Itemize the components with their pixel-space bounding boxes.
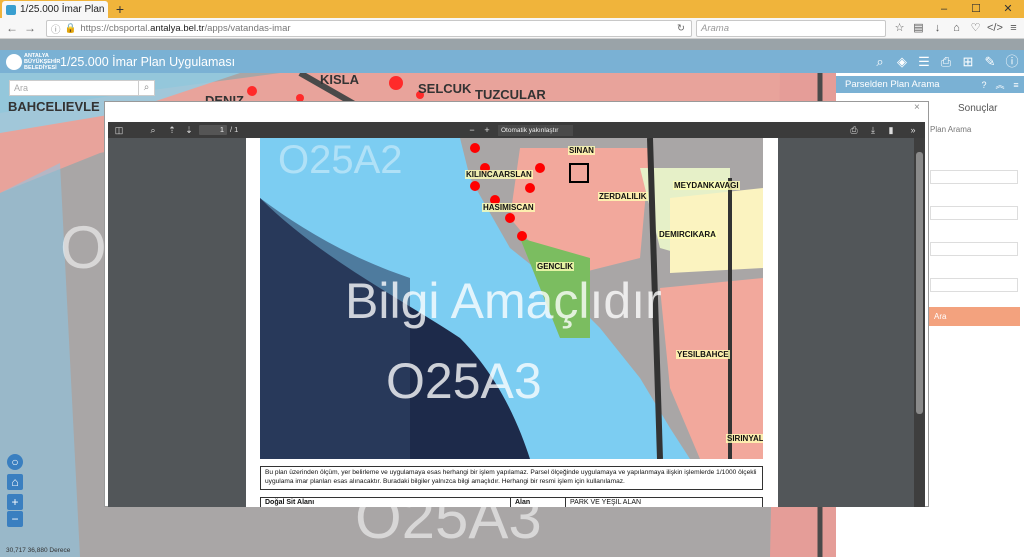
menu-icon[interactable]: ≡ — [1006, 20, 1021, 37]
map-label-kisla: KISLA — [320, 73, 359, 87]
plan-label-hasimiscan: HASIMISCAN — [482, 203, 535, 212]
draw-icon[interactable]: ✎ — [982, 52, 998, 71]
panel-input-2[interactable] — [930, 278, 1018, 292]
disclaimer-text: Bu plan üzerinden ölçüm, yer belirleme v… — [260, 466, 763, 490]
zoom-out-icon[interactable]: − — [465, 122, 479, 138]
identify-icon[interactable]: ⌕ — [872, 52, 888, 71]
zoom-in-button[interactable]: + — [7, 494, 23, 510]
bookmark-icon[interactable]: ▮ — [884, 122, 898, 138]
map-label-selcuk: SELCUK — [418, 81, 472, 96]
watermark-code: O25A3 — [386, 353, 542, 409]
zoom-out-button[interactable]: − — [7, 511, 23, 527]
download-icon[interactable]: ↓ — [930, 20, 945, 37]
tools-menu-icon[interactable]: » — [906, 122, 920, 138]
scrollbar-thumb[interactable] — [916, 152, 923, 414]
map-watermark: O — [60, 214, 107, 281]
info-icon: ⓘ — [51, 24, 61, 36]
panel-input-1[interactable] — [930, 242, 1018, 256]
map-search-input[interactable]: Ara — [10, 83, 138, 93]
plan-label-sinan: SINAN — [568, 146, 595, 155]
split-view-icon[interactable]: ⊞ — [960, 52, 976, 71]
map-label-bahcelievler: BAHCELIEVLE — [8, 99, 100, 114]
map-label-tuzcular: TUZCULAR — [475, 87, 546, 102]
legend-list-icon[interactable]: ☰ — [916, 52, 932, 71]
help-icon[interactable]: ? — [976, 80, 992, 90]
plan-label-kilincaarslan: KILINCAARSLAN — [465, 170, 533, 179]
close-window-icon[interactable]: ✕ — [992, 0, 1024, 18]
logo: ANTALYA BÜYÜKŞEHİR BELEDİYESİ — [6, 52, 60, 71]
print-icon[interactable]: ⎙ — [938, 52, 954, 71]
search-button[interactable]: Ara — [928, 307, 1020, 326]
plan-label-genclik: GENCLIK — [536, 262, 574, 271]
maximize-icon[interactable]: ☐ — [960, 0, 992, 18]
watermark-top: O25A2 — [278, 138, 403, 182]
logo-emblem-icon — [6, 53, 22, 70]
reload-icon[interactable]: ↻ — [677, 23, 691, 34]
window-controls: – ☐ ✕ — [928, 0, 1024, 18]
panel-select-1[interactable] — [930, 170, 1018, 184]
map-search[interactable]: Ara ⌕ — [9, 80, 155, 96]
zoom-in-icon[interactable]: + — [480, 122, 494, 138]
plan-label-zerdalilik: ZERDALILIK — [598, 192, 648, 201]
browser-toolbar: ☆ ▤ ↓ ⌂ ♡ </> ≡ — [892, 20, 1021, 37]
header-toolbar: ⌕ ◈ ☰ ⎙ ⊞ ✎ ⓘ — [872, 52, 1020, 71]
devtools-icon[interactable]: </> — [987, 20, 1003, 37]
back-icon[interactable]: ← — [4, 20, 20, 36]
next-page-icon[interactable]: ⇣ — [182, 122, 196, 138]
zoom-select[interactable]: Otomatik yakınlaştır — [498, 125, 573, 136]
reading-list-icon[interactable]: ▤ — [911, 20, 926, 37]
home-extent-icon[interactable]: ⌂ — [7, 474, 23, 490]
new-tab-button[interactable]: + — [112, 1, 128, 17]
page-count: / 1 — [230, 125, 239, 134]
locate-icon[interactable]: ○ — [7, 454, 23, 470]
legend-cell-1: Doğal Sit Alanı — [261, 498, 511, 507]
modal-close-icon[interactable]: × — [914, 102, 920, 113]
download-pdf-icon[interactable]: ⤓ — [866, 122, 880, 138]
panel-title: Parselden Plan Arama — [845, 79, 940, 90]
panel-header: Parselden Plan Arama ? ︽ ≡ — [836, 76, 1024, 93]
coordinate-readout: 30,717 36,880 Derece — [6, 547, 71, 554]
address-bar[interactable]: ⓘ 🔒 https://cbsportal.antalya.bel.tr/app… — [46, 20, 692, 37]
legend-cell-3: PARK VE YEŞİL ALAN — [570, 499, 642, 506]
panel-select-2[interactable] — [930, 206, 1018, 220]
browser-search-input[interactable]: Arama — [696, 20, 886, 37]
pocket-icon[interactable]: ♡ — [968, 20, 983, 37]
info-icon[interactable]: ⓘ — [1004, 52, 1020, 71]
minimize-icon[interactable]: – — [928, 0, 960, 18]
legend-cell-2: Alan — [511, 498, 566, 507]
favicon-icon — [6, 4, 16, 15]
prev-page-icon[interactable]: ⇡ — [165, 122, 179, 138]
bookmark-star-icon[interactable]: ☆ — [892, 20, 907, 37]
tab-title: 1/25.000 İmar Plan Uygulam... — [20, 4, 108, 15]
home-icon[interactable]: ⌂ — [949, 20, 964, 37]
forward-icon[interactable]: → — [22, 20, 38, 36]
plan-search-label: Plan Arama — [930, 125, 972, 134]
plan-label-sirinyali: SIRINYALI — [726, 434, 763, 443]
url-text: https://cbsportal.antalya.bel.tr/apps/va… — [80, 23, 291, 34]
watermark-info: Bilgi Amaçlıdır — [345, 273, 662, 329]
collapse-icon[interactable]: ︽ — [992, 78, 1008, 91]
layers-icon[interactable]: ◈ — [894, 52, 910, 71]
browser-tab-bar — [0, 0, 1024, 18]
panel-menu-icon[interactable]: ≡ — [1008, 80, 1024, 90]
sidebar-toggle-icon[interactable]: ◫ — [112, 122, 126, 138]
plan-label-yesilbahce: YESILBAHCE — [676, 350, 730, 359]
plan-label-demircikara: DEMIRCIKARA — [658, 230, 717, 239]
page-number-input[interactable]: 1 — [199, 125, 227, 135]
plan-label-meydankavagi: MEYDANKAVAGI — [673, 181, 740, 190]
tab-results[interactable]: Sonuçlar — [958, 103, 997, 114]
search-icon[interactable]: ⌕ — [138, 81, 154, 95]
lock-icon: 🔒 — [64, 23, 77, 34]
browser-tab[interactable]: 1/25.000 İmar Plan Uygulam... ✕ — [2, 1, 108, 18]
app-title: 1/25.000 İmar Plan Uygulaması — [60, 55, 236, 69]
legend-table: Doğal Sit Alanı Alan PARK VE YEŞİL ALAN — [260, 497, 763, 507]
print-pdf-icon[interactable]: ⎙ — [847, 122, 861, 138]
find-icon[interactable]: ⌕ — [146, 122, 160, 138]
